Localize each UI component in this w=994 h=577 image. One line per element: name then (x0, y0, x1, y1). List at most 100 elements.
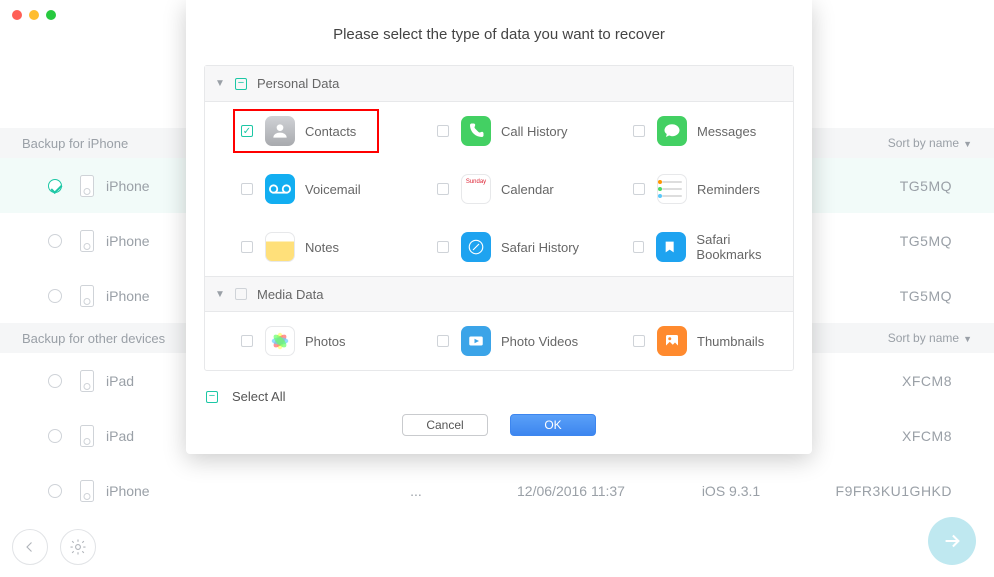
checkbox-icon[interactable]: ✓ (633, 183, 645, 195)
section-label: Backup for other devices (22, 331, 165, 346)
list-item[interactable]: iPhone ... 12/06/2016 11:37 iOS 9.3.1 F9… (0, 463, 994, 518)
modal-title: Please select the type of data you want … (186, 0, 812, 65)
window-controls (12, 10, 56, 20)
group-label: Media Data (257, 287, 323, 302)
ipad-device-icon (80, 425, 94, 447)
cancel-button[interactable]: Cancel (402, 414, 488, 436)
select-all-checkbox[interactable]: − (206, 391, 218, 403)
minimize-window-icon[interactable] (29, 10, 39, 20)
checkbox-icon[interactable]: ✓ (633, 125, 645, 137)
arrow-left-icon (21, 538, 39, 556)
voicemail-icon (265, 174, 295, 204)
item-notes[interactable]: ✓ Notes (205, 218, 401, 276)
item-label: Safari Bookmarks (696, 232, 793, 262)
item-calendar[interactable]: ✓ Sunday 3 Calendar (401, 160, 597, 218)
arrow-right-icon (941, 530, 963, 552)
item-safarihistory[interactable]: ✓ Safari History (401, 218, 597, 276)
iphone-device-icon (80, 230, 94, 252)
sort-button[interactable]: Sort by name▼ (888, 331, 972, 345)
triangle-down-icon: ▼ (215, 78, 229, 89)
row-ios: iOS 9.3.1 (666, 483, 796, 499)
item-label: Call History (501, 124, 567, 139)
ipad-device-icon (80, 370, 94, 392)
sort-button[interactable]: Sort by name▼ (888, 136, 972, 150)
group-checkbox-indeterminate[interactable]: − (235, 78, 247, 90)
item-thumbnails[interactable]: ✓ Thumbnails (597, 312, 793, 370)
group-header-personal[interactable]: ▼ − Personal Data (205, 66, 793, 102)
personal-items-grid: ✓ Contacts ✓ Call History ✓ Messages (205, 102, 793, 276)
radio-icon[interactable] (48, 289, 62, 303)
group-checkbox[interactable]: − (235, 288, 247, 300)
phone-icon (461, 116, 491, 146)
safari-icon (461, 232, 491, 262)
item-label: Voicemail (305, 182, 361, 197)
radio-icon[interactable] (48, 234, 62, 248)
checkbox-checked-icon[interactable]: ✓ (241, 125, 253, 137)
item-callhistory[interactable]: ✓ Call History (401, 102, 597, 160)
recover-data-modal: Please select the type of data you want … (186, 0, 812, 454)
checkbox-icon[interactable]: ✓ (437, 125, 449, 137)
photos-icon (265, 326, 295, 356)
device-id: F9FR3KU1GHKD (796, 483, 972, 499)
item-label: Messages (697, 124, 756, 139)
select-all-label: Select All (232, 389, 285, 404)
radio-icon[interactable] (48, 429, 62, 443)
item-label: Photos (305, 334, 345, 349)
checkbox-icon[interactable]: ✓ (633, 335, 645, 347)
item-contacts[interactable]: ✓ Contacts (205, 102, 401, 160)
radio-selected-icon[interactable] (48, 179, 62, 193)
row-cell: ... (356, 483, 476, 499)
item-voicemail[interactable]: ✓ Voicemail (205, 160, 401, 218)
item-photovideos[interactable]: ✓ Photo Videos (401, 312, 597, 370)
close-window-icon[interactable] (12, 10, 22, 20)
group-header-media[interactable]: ▼ − Media Data (205, 276, 793, 312)
checkbox-icon[interactable]: ✓ (633, 241, 644, 253)
messages-icon (657, 116, 687, 146)
iphone-device-icon (80, 480, 94, 502)
photo-videos-icon (461, 326, 491, 356)
item-safaribookmarks[interactable]: ✓ Safari Bookmarks (597, 218, 793, 276)
checkbox-icon[interactable]: ✓ (437, 335, 449, 347)
item-label: Calendar (501, 182, 554, 197)
triangle-down-icon: ▼ (215, 289, 229, 300)
item-label: Thumbnails (697, 334, 764, 349)
thumbnails-icon (657, 326, 687, 356)
checkbox-icon[interactable]: ✓ (241, 335, 253, 347)
bottom-toolbar (12, 529, 96, 565)
item-label: Reminders (697, 182, 760, 197)
item-label: Safari History (501, 240, 579, 255)
iphone-device-icon (80, 285, 94, 307)
item-label: Notes (305, 240, 339, 255)
device-name: iPhone (106, 483, 356, 499)
checkbox-icon[interactable]: ✓ (241, 241, 253, 253)
zoom-window-icon[interactable] (46, 10, 56, 20)
media-items-grid: ✓ Photos ✓ Photo Videos ✓ Thumbnails (205, 312, 793, 370)
notes-icon (265, 232, 295, 262)
select-all-row[interactable]: − Select All (186, 371, 812, 412)
iphone-device-icon (80, 175, 94, 197)
chevron-down-icon: ▼ (963, 334, 972, 344)
item-label: Contacts (305, 124, 356, 139)
group-label: Personal Data (257, 76, 339, 91)
back-button[interactable] (12, 529, 48, 565)
contacts-icon (265, 116, 295, 146)
section-label: Backup for iPhone (22, 136, 128, 151)
gear-icon (69, 538, 87, 556)
modal-buttons: Cancel OK (186, 414, 812, 436)
checkbox-icon[interactable]: ✓ (437, 241, 449, 253)
row-date: 12/06/2016 11:37 (476, 483, 666, 499)
item-reminders[interactable]: ✓ Reminders (597, 160, 793, 218)
data-type-groups: ▼ − Personal Data ✓ Contacts ✓ Call Hist… (204, 65, 794, 371)
item-messages[interactable]: ✓ Messages (597, 102, 793, 160)
checkbox-icon[interactable]: ✓ (241, 183, 253, 195)
radio-icon[interactable] (48, 374, 62, 388)
bookmark-icon (656, 232, 686, 262)
radio-icon[interactable] (48, 484, 62, 498)
settings-button[interactable] (60, 529, 96, 565)
checkbox-icon[interactable]: ✓ (437, 183, 449, 195)
ok-button[interactable]: OK (510, 414, 596, 436)
item-label: Photo Videos (501, 334, 578, 349)
proceed-button[interactable] (928, 517, 976, 565)
chevron-down-icon: ▼ (963, 139, 972, 149)
item-photos[interactable]: ✓ Photos (205, 312, 401, 370)
